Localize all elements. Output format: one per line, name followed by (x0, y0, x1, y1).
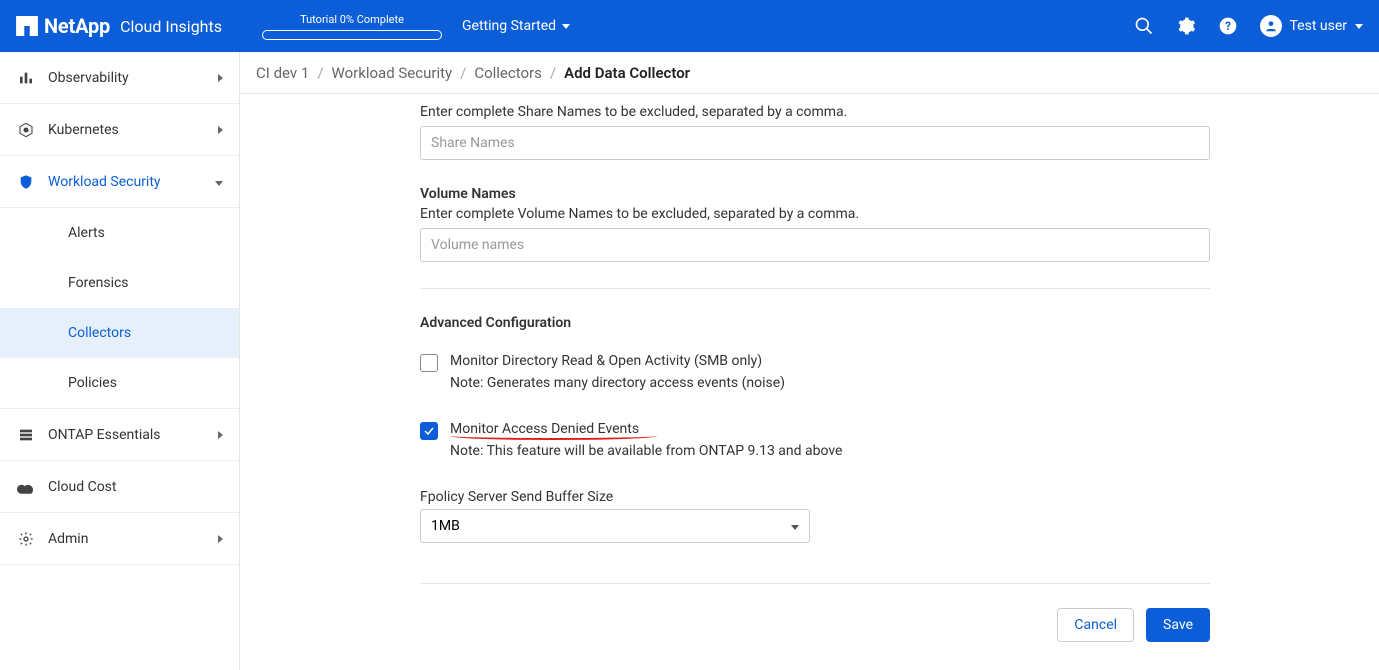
search-icon[interactable] (1134, 16, 1154, 36)
tutorial-progress-bar (262, 30, 442, 40)
save-button[interactable]: Save (1146, 608, 1210, 642)
volume-names-help: Enter complete Volume Names to be exclud… (420, 206, 1210, 222)
app-header: NetApp Cloud Insights Tutorial 0% Comple… (0, 0, 1379, 52)
breadcrumb-separator: / (460, 64, 466, 82)
sidebar-sub-collectors[interactable]: Collectors (0, 308, 239, 358)
gear-icon[interactable] (1176, 16, 1196, 36)
getting-started-label: Getting Started (462, 18, 556, 34)
share-names-input[interactable] (420, 126, 1210, 160)
chevron-right-icon (218, 531, 223, 547)
product-name: Cloud Insights (120, 17, 222, 36)
sidebar-item-label: ONTAP Essentials (48, 427, 160, 443)
sidebar-item-label: Workload Security (48, 174, 161, 190)
volume-names-label: Volume Names (420, 186, 1210, 202)
cloud-icon (16, 480, 36, 494)
sidebar-item-workload-security[interactable]: Workload Security (0, 156, 239, 208)
chevron-down-icon (791, 518, 799, 534)
bar-chart-icon (16, 70, 36, 86)
help-icon[interactable]: ? (1218, 16, 1238, 36)
sidebar-item-admin[interactable]: Admin (0, 513, 239, 565)
sidebar-item-label: Cloud Cost (48, 479, 117, 495)
tutorial-progress[interactable]: Tutorial 0% Complete (262, 13, 442, 40)
user-name: Test user (1290, 18, 1348, 34)
form-footer: Cancel Save (420, 583, 1210, 642)
monitor-access-denied-label: Monitor Access Denied Events (450, 421, 842, 437)
sidebar-sub-label: Forensics (68, 275, 129, 291)
breadcrumb: CI dev 1 / Workload Security / Collector… (240, 52, 1379, 94)
brand-name: NetApp (44, 14, 110, 38)
sidebar-item-label: Observability (48, 70, 129, 86)
breadcrumb-separator: / (550, 64, 556, 82)
svg-text:?: ? (1225, 19, 1231, 33)
volume-names-input[interactable] (420, 228, 1210, 262)
monitor-directory-note: Note: Generates many directory access ev… (450, 375, 785, 391)
sidebar-sub-label: Policies (68, 375, 117, 391)
breadcrumb-separator: / (317, 64, 323, 82)
sidebar: Observability Kubernetes Workload Securi… (0, 52, 240, 670)
netapp-logo-icon (16, 16, 38, 36)
brand-logo: NetApp Cloud Insights (16, 14, 222, 38)
chevron-down-icon (562, 24, 570, 29)
monitor-access-denied-note: Note: This feature will be available fro… (450, 443, 842, 459)
storage-icon (16, 427, 36, 443)
sidebar-item-label: Kubernetes (48, 122, 119, 138)
sidebar-sub-alerts[interactable]: Alerts (0, 208, 239, 258)
kubernetes-icon (16, 122, 36, 138)
cancel-button[interactable]: Cancel (1057, 608, 1134, 642)
chevron-right-icon (218, 122, 223, 138)
tutorial-progress-label: Tutorial 0% Complete (300, 13, 404, 26)
avatar-icon (1260, 15, 1282, 37)
getting-started-dropdown[interactable]: Getting Started (462, 18, 570, 34)
sidebar-item-ontap-essentials[interactable]: ONTAP Essentials (0, 409, 239, 461)
sidebar-sub-forensics[interactable]: Forensics (0, 258, 239, 308)
sidebar-item-label: Admin (48, 531, 88, 547)
share-names-help: Enter complete Share Names to be exclude… (420, 104, 1210, 120)
breadcrumb-page[interactable]: Collectors (474, 64, 542, 82)
chevron-down-icon (1355, 24, 1363, 29)
sidebar-sub-policies[interactable]: Policies (0, 358, 239, 408)
advanced-config-title: Advanced Configuration (420, 315, 1210, 331)
monitor-directory-checkbox[interactable] (420, 354, 438, 372)
breadcrumb-current: Add Data Collector (564, 64, 690, 82)
section-divider (420, 288, 1210, 289)
shield-icon (16, 174, 36, 190)
chevron-right-icon (218, 70, 223, 86)
chevron-right-icon (218, 427, 223, 443)
fpolicy-buffer-select[interactable]: 1MB (420, 509, 810, 543)
chevron-down-icon (215, 174, 223, 190)
breadcrumb-root[interactable]: CI dev 1 (256, 64, 309, 82)
sidebar-item-observability[interactable]: Observability (0, 52, 239, 104)
admin-gear-icon (16, 531, 36, 547)
annotation-underline: Monitor Access Denied Events (450, 421, 639, 437)
sidebar-sub-label: Collectors (68, 325, 131, 341)
user-menu[interactable]: Test user (1260, 15, 1364, 37)
monitor-directory-label: Monitor Directory Read & Open Activity (… (450, 353, 785, 369)
sidebar-item-cloud-cost[interactable]: Cloud Cost (0, 461, 239, 513)
form-area: Enter complete Share Names to be exclude… (240, 94, 1379, 670)
fpolicy-buffer-value: 1MB (431, 518, 460, 534)
sidebar-sub-label: Alerts (68, 225, 105, 241)
fpolicy-label: Fpolicy Server Send Buffer Size (420, 489, 1210, 505)
monitor-access-denied-checkbox[interactable] (420, 422, 438, 440)
breadcrumb-section[interactable]: Workload Security (332, 64, 453, 82)
sidebar-item-kubernetes[interactable]: Kubernetes (0, 104, 239, 156)
